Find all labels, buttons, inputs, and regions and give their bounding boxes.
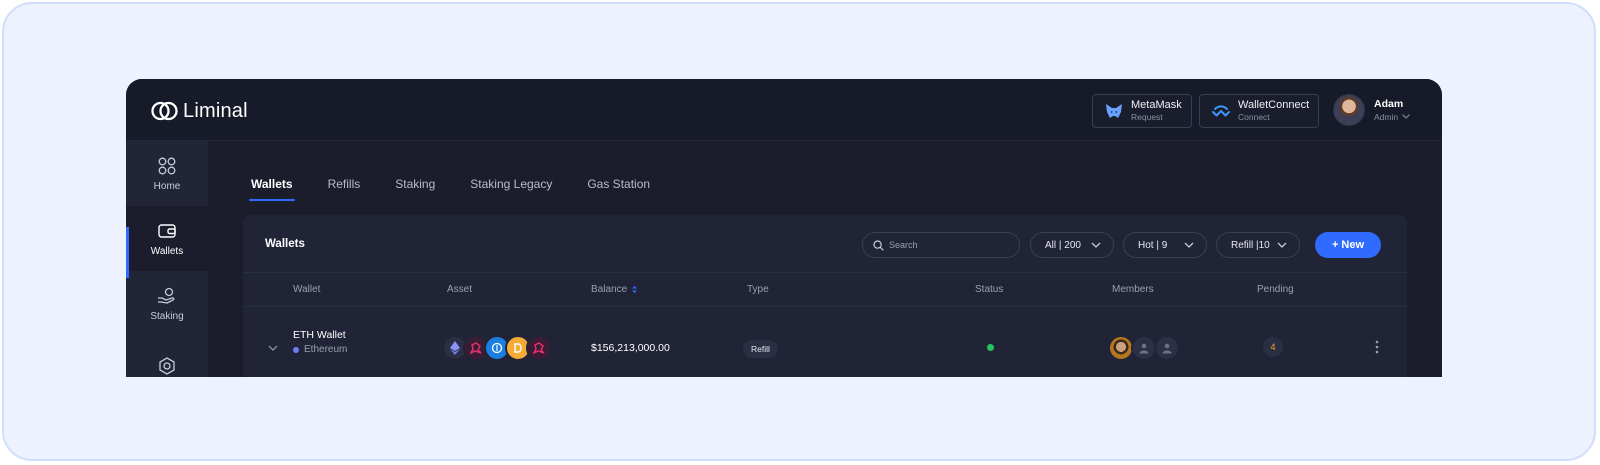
filter-hot-label: Hot | 9 xyxy=(1138,239,1168,251)
avatar xyxy=(1333,94,1365,126)
filter-refill-dropdown[interactable]: Refill |10 xyxy=(1216,232,1300,258)
app-window: Liminal MetaMask Request WalletConnect C… xyxy=(126,79,1442,377)
tab-refills[interactable]: Refills xyxy=(328,177,361,201)
search-box[interactable] xyxy=(862,232,1020,258)
type-cell: Refill xyxy=(743,339,778,358)
filter-all-dropdown[interactable]: All | 200 xyxy=(1030,232,1114,258)
search-icon xyxy=(873,239,884,251)
sidebar-item-wallets[interactable]: Wallets xyxy=(126,206,208,271)
more-vertical-icon[interactable] xyxy=(1375,340,1379,354)
wallets-panel: Wallets All | 200 Hot | 9 Refill |10 + N… xyxy=(243,215,1407,377)
walletconnect-title: WalletConnect xyxy=(1238,99,1310,111)
sidebar-item-label: Home xyxy=(153,180,181,192)
table-row[interactable]: ETH Wallet Ethereum $156,213,000.00 Refi… xyxy=(243,307,1407,377)
search-input[interactable] xyxy=(889,240,1009,250)
column-header-members: Members xyxy=(1112,284,1154,295)
grid-circles-icon xyxy=(157,156,177,176)
members-stack[interactable] xyxy=(1108,335,1180,361)
divider xyxy=(243,272,1407,273)
metamask-subtitle: Request xyxy=(1131,112,1163,122)
network-dot xyxy=(293,346,299,353)
user-menu[interactable]: Adam Admin xyxy=(1333,94,1410,126)
user-placeholder-icon xyxy=(1154,335,1180,361)
brand-logo[interactable]: Liminal xyxy=(151,99,248,123)
metamask-icon xyxy=(1105,102,1123,120)
type-badge: Refill xyxy=(743,340,778,358)
chevron-down-icon xyxy=(1091,242,1101,248)
uniswap-icon xyxy=(526,335,552,361)
filter-hot-dropdown[interactable]: Hot | 9 xyxy=(1123,232,1207,258)
asset-stack xyxy=(442,335,552,361)
filter-all-label: All | 200 xyxy=(1045,239,1081,251)
filter-refill-label: Refill |10 xyxy=(1231,239,1270,251)
user-role-label: Admin xyxy=(1374,111,1399,122)
metamask-title: MetaMask xyxy=(1131,99,1182,111)
wallet-name: ETH Wallet xyxy=(293,329,346,341)
sidebar-item-label: Staking xyxy=(150,310,184,322)
hand-coin-icon xyxy=(157,286,177,306)
tab-staking-legacy[interactable]: Staking Legacy xyxy=(470,177,552,201)
liminal-logo-icon xyxy=(151,101,178,121)
tab-bar: Wallets Refills Staking Staking Legacy G… xyxy=(249,177,685,201)
chevron-down-icon xyxy=(1402,114,1410,119)
column-header-status: Status xyxy=(975,284,1004,295)
wallet-network-label: Ethereum xyxy=(304,344,348,355)
column-header-balance[interactable]: Balance xyxy=(591,284,638,295)
panel-title: Wallets xyxy=(265,238,305,250)
balance-value: $156,213,000.00 xyxy=(591,342,670,354)
sidebar-item-staking[interactable]: Staking xyxy=(126,271,208,336)
top-header: Liminal MetaMask Request WalletConnect C… xyxy=(126,79,1442,141)
chevron-down-icon xyxy=(1277,242,1287,248)
sidebar-item-home[interactable]: Home xyxy=(126,141,208,206)
user-role: Admin xyxy=(1374,111,1410,123)
sidebar: Home Wallets Staking xyxy=(126,141,208,377)
column-header-wallet: Wallet xyxy=(293,284,321,295)
hexagon-icon xyxy=(157,356,177,376)
walletconnect-subtitle: Connect xyxy=(1238,112,1270,122)
tab-staking[interactable]: Staking xyxy=(395,177,435,201)
sort-icon xyxy=(632,286,638,293)
sidebar-item-more[interactable] xyxy=(126,336,208,377)
walletconnect-icon xyxy=(1212,102,1230,120)
wallet-network: Ethereum xyxy=(293,344,347,355)
column-header-type: Type xyxy=(747,284,769,295)
tab-wallets[interactable]: Wallets xyxy=(249,177,295,201)
sidebar-item-label: Wallets xyxy=(150,245,184,257)
wallet-cell: ETH Wallet Ethereum xyxy=(293,329,347,355)
chevron-down-icon xyxy=(1184,242,1194,248)
brand-name: Liminal xyxy=(183,99,248,122)
pending-count[interactable]: 4 xyxy=(1263,337,1283,357)
metamask-button[interactable]: MetaMask Request xyxy=(1092,94,1192,128)
tab-gas-station[interactable]: Gas Station xyxy=(587,177,650,201)
column-header-balance-label: Balance xyxy=(591,284,628,295)
new-wallet-button[interactable]: + New xyxy=(1315,232,1381,258)
status-indicator xyxy=(987,344,994,351)
chevron-down-icon[interactable] xyxy=(268,345,278,351)
column-header-asset: Asset xyxy=(447,284,473,295)
user-name: Adam xyxy=(1374,97,1404,110)
walletconnect-button[interactable]: WalletConnect Connect xyxy=(1199,94,1319,128)
wallet-icon xyxy=(157,221,177,241)
column-header-pending: Pending xyxy=(1257,284,1294,295)
